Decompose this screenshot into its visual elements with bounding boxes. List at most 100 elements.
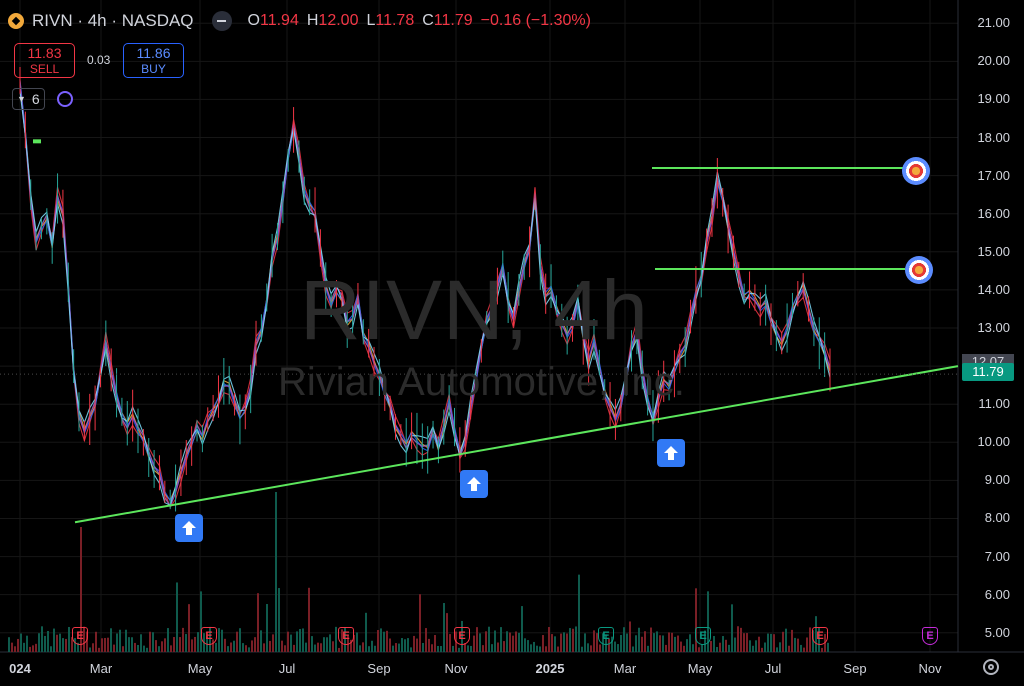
earnings-icon[interactable]: E bbox=[338, 627, 354, 645]
volume-bar bbox=[542, 635, 544, 652]
sell-button[interactable]: 11.83 SELL bbox=[14, 43, 75, 78]
earnings-icon[interactable]: E bbox=[454, 627, 470, 645]
close-value: C11.79 bbox=[422, 12, 473, 29]
target-icon[interactable] bbox=[905, 256, 933, 284]
time-tick-label: May bbox=[687, 661, 713, 676]
sync-icon[interactable] bbox=[56, 91, 73, 107]
volume-bar bbox=[731, 604, 733, 652]
volume-bar bbox=[422, 642, 424, 652]
volume-bar bbox=[701, 644, 703, 652]
earnings-icon[interactable]: E bbox=[598, 627, 614, 645]
last-price-label: 11.79 bbox=[962, 363, 1014, 381]
volume-bar bbox=[800, 644, 802, 652]
price-tick-label: 18.00 bbox=[977, 129, 1010, 145]
volume-bar bbox=[263, 643, 265, 652]
volume-bar bbox=[32, 645, 34, 652]
volume-bar bbox=[674, 636, 676, 652]
volume-bar bbox=[293, 644, 295, 652]
volume-bar bbox=[215, 642, 217, 652]
price-tick-label: 9.00 bbox=[984, 472, 1010, 488]
volume-bar bbox=[740, 627, 742, 652]
volume-bar bbox=[530, 644, 532, 652]
price-tick-label: 13.00 bbox=[977, 320, 1010, 335]
volume-bar bbox=[116, 633, 118, 652]
volume-bar bbox=[446, 613, 448, 652]
volume-bar bbox=[713, 636, 715, 652]
volume-bar bbox=[38, 633, 40, 652]
volume-bar bbox=[659, 635, 661, 652]
earnings-icon[interactable]: E bbox=[695, 627, 711, 645]
volume-bar bbox=[626, 633, 628, 652]
volume-bar bbox=[62, 638, 64, 652]
time-tick-label: May bbox=[187, 661, 213, 676]
indicators-count-box[interactable]: ▼ 6 bbox=[12, 88, 45, 110]
volume-bar bbox=[689, 634, 691, 652]
volume-bar bbox=[329, 634, 331, 652]
volume-bar bbox=[59, 633, 61, 652]
arrow-up-icon[interactable] bbox=[657, 439, 685, 467]
volume-bar bbox=[746, 633, 748, 652]
time-tick-label: Jul bbox=[278, 661, 296, 676]
volume-bar bbox=[239, 628, 241, 652]
volume-bar bbox=[257, 593, 259, 652]
volume-bar bbox=[644, 631, 646, 652]
volume-bar bbox=[473, 635, 475, 652]
volume-bar bbox=[179, 637, 181, 652]
volume-bar bbox=[599, 644, 601, 652]
volume-bar bbox=[260, 630, 262, 652]
volume-bar bbox=[323, 637, 325, 652]
volume-bar bbox=[245, 645, 247, 652]
volume-bar bbox=[368, 646, 370, 652]
volume-bar bbox=[35, 643, 37, 652]
volume-bar bbox=[20, 633, 22, 652]
earnings-icon[interactable]: E bbox=[812, 627, 828, 645]
watermark-symbol: RIVN, 4h bbox=[300, 263, 649, 357]
arrow-up-icon[interactable] bbox=[175, 514, 203, 542]
volume-bar bbox=[563, 632, 565, 652]
volume-bar bbox=[296, 631, 298, 652]
price-tick-label: 15.00 bbox=[977, 243, 1010, 259]
volume-bar bbox=[575, 626, 577, 652]
buy-button[interactable]: 11.86 BUY bbox=[123, 43, 184, 78]
volume-bar bbox=[470, 645, 472, 652]
earnings-icon[interactable]: E bbox=[201, 627, 217, 645]
volume-bar bbox=[41, 626, 43, 652]
settings-icon[interactable] bbox=[983, 659, 999, 675]
volume-bar bbox=[311, 636, 313, 652]
earnings-icon[interactable]: E bbox=[922, 627, 938, 645]
arrow-up-icon[interactable] bbox=[460, 470, 488, 498]
volume-bar bbox=[692, 644, 694, 652]
volume-bar bbox=[251, 640, 253, 652]
earnings-icon[interactable]: E bbox=[72, 627, 88, 645]
volume-bar bbox=[623, 627, 625, 652]
time-tick-label: Sep bbox=[367, 661, 391, 676]
time-tick-label: Mar bbox=[89, 661, 113, 676]
target-icon[interactable] bbox=[902, 157, 930, 185]
volume-bar bbox=[662, 635, 664, 652]
volume-bar bbox=[122, 646, 124, 652]
volume-bar bbox=[503, 641, 505, 652]
volume-bar bbox=[104, 637, 106, 652]
volume-bar bbox=[557, 646, 559, 652]
volume-bar bbox=[725, 639, 727, 652]
collapse-icon[interactable] bbox=[211, 11, 232, 31]
price-tick-label: 21.00 bbox=[977, 15, 1010, 31]
volume-bar bbox=[221, 629, 223, 652]
volume-bar bbox=[305, 642, 307, 652]
volume-bar bbox=[401, 638, 403, 652]
volume-bar bbox=[302, 628, 304, 652]
volume-bar bbox=[665, 644, 667, 652]
volume-bar bbox=[452, 645, 454, 652]
price-tick-label: 20.00 bbox=[977, 53, 1010, 69]
volume-bar bbox=[716, 646, 718, 652]
volume-bar bbox=[521, 606, 523, 652]
volume-bar bbox=[218, 628, 220, 652]
volume-bar bbox=[803, 647, 805, 652]
open-value: O11.94 bbox=[247, 12, 299, 29]
symbol-title[interactable]: RIVN · 4h · NASDAQ bbox=[32, 11, 194, 31]
volume-bar bbox=[773, 634, 775, 652]
buy-price: 11.86 bbox=[136, 44, 171, 61]
volume-bar bbox=[590, 645, 592, 652]
volume-bar bbox=[779, 642, 781, 652]
indicators-toggle[interactable]: ▼ 6 bbox=[12, 88, 73, 110]
